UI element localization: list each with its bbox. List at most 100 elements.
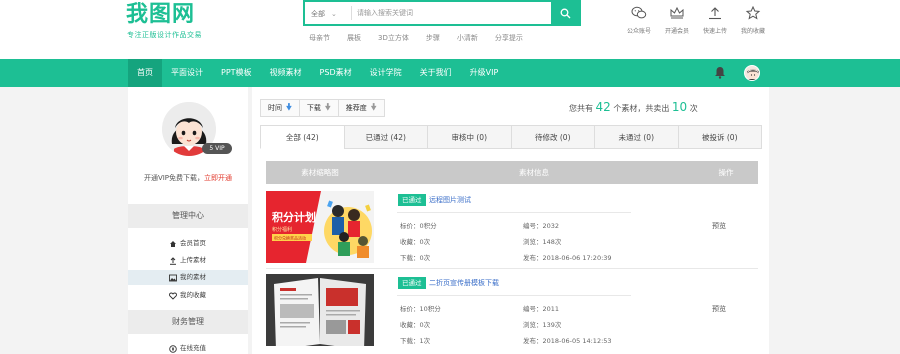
arrow-down-icon: 🠟: [286, 103, 292, 113]
sidebar-item-label: 上传素材: [180, 256, 206, 264]
quick-upload-label: 快速上传: [702, 28, 727, 35]
hot-tag[interactable]: 小清新: [457, 33, 478, 43]
wechat-icon: [631, 6, 647, 19]
material-price: 标价：10积分: [400, 305, 441, 313]
nav-item-ppt[interactable]: PPT模板: [212, 59, 261, 87]
open-vip-label: 开通会员: [664, 28, 689, 35]
open-vip-link[interactable]: 立即开通: [204, 174, 232, 182]
tab-complained[interactable]: 被投诉 (0): [677, 125, 762, 149]
top-header: 我图网 专注正版设计作品交易 全部 ⌄ 母亲节 展板 3D立方体 步骤 小清新 分…: [0, 0, 900, 59]
status-badge: 已通过: [398, 277, 426, 289]
notification-bell-icon[interactable]: [714, 66, 726, 81]
sort-by-downloads-button[interactable]: 下载 🠟: [298, 99, 339, 117]
quick-upload-button[interactable]: 快速上传: [696, 6, 734, 35]
divider: [397, 295, 631, 296]
thumb-banner: 积分兑换奖品活动: [274, 235, 306, 241]
nav-item-graphic-design[interactable]: 平面设计: [162, 59, 212, 87]
hot-tag[interactable]: 3D立方体: [378, 33, 409, 43]
search-category-value: 全部: [311, 10, 325, 18]
divider: [397, 212, 631, 213]
table-header: 素材缩略图 素材信息 操作: [266, 161, 758, 184]
vip-level-badge: 5 VIP: [202, 143, 232, 154]
material-views: 浏览：139次: [523, 321, 562, 329]
material-thumbnail[interactable]: [266, 274, 374, 346]
material-favorites: 收藏：0次: [400, 238, 431, 246]
material-price: 标价：0积分: [400, 222, 437, 230]
upload-icon: [168, 256, 177, 265]
main-nav: 首页 平面设计 PPT模板 视频素材 PSD素材 设计学院 关于我们 升级VIP: [0, 59, 900, 87]
coin-icon: [168, 344, 177, 353]
arrow-down-icon: 🠟: [324, 103, 331, 113]
hot-tag[interactable]: 展板: [347, 33, 361, 43]
column-header: 素材信息: [519, 168, 549, 177]
material-title-link[interactable]: 远程图片测试: [429, 195, 471, 205]
tab-rejected[interactable]: 未通过 (0): [594, 125, 678, 149]
tab-reviewing[interactable]: 审核中 (0): [427, 125, 511, 149]
sidebar-item-recharge[interactable]: 在线充值: [128, 341, 248, 354]
search-box: 全部 ⌄: [303, 0, 581, 26]
material-downloads: 下载：1次: [400, 337, 431, 345]
open-vip-button[interactable]: 开通会员: [658, 6, 696, 35]
tab-approved[interactable]: 已通过 (42): [343, 125, 427, 149]
my-favorites-button[interactable]: 我的收藏: [734, 6, 772, 35]
nav-item-upgrade-vip[interactable]: 升级VIP: [461, 59, 508, 87]
official-account-button[interactable]: 公众账号: [620, 6, 658, 35]
official-account-label: 公众账号: [626, 28, 651, 35]
stats-mid: 个素材，共卖出: [613, 104, 670, 113]
sidebar-item-label: 我的收藏: [180, 291, 206, 299]
sidebar-item-favorites[interactable]: 我的收藏: [128, 288, 248, 303]
material-id: 编号：2032: [523, 222, 560, 230]
search-category-select[interactable]: 全部 ⌄: [311, 9, 337, 19]
material-title-link[interactable]: 二折页宣传册模板下载: [429, 278, 499, 288]
hot-tag[interactable]: 母亲节: [309, 33, 330, 43]
nav-avatar[interactable]: [744, 65, 760, 81]
nav-item-about[interactable]: 关于我们: [411, 59, 461, 87]
member-sidebar: 5 VIP 开通VIP免费下载，立即开通 管理中心 会员首页 上传素材 我的素材…: [128, 87, 248, 354]
image-icon: [168, 273, 177, 282]
material-stats: 您共有 42 个素材，共卖出 10 次: [569, 100, 698, 114]
search-button[interactable]: [551, 2, 579, 24]
row-divider: [266, 268, 758, 269]
preview-button[interactable]: 预览: [712, 221, 726, 231]
my-favorites-label: 我的收藏: [740, 28, 765, 35]
hot-tag[interactable]: 步骤: [426, 33, 440, 43]
sort-label: 时间: [268, 104, 282, 112]
nav-item-home[interactable]: 首页: [128, 59, 162, 87]
material-id: 编号：2011: [523, 305, 560, 313]
hot-tag[interactable]: 分享提示: [495, 33, 523, 43]
material-downloads: 下载：0次: [400, 254, 431, 262]
star-icon: [745, 6, 761, 20]
sidebar-item-upload[interactable]: 上传素材: [128, 253, 248, 268]
table-row: 已通过 二折页宣传册模板下载 标价：10积分 编号：2011 收藏：0次 浏览：…: [266, 274, 758, 352]
nav-item-academy[interactable]: 设计学院: [361, 59, 411, 87]
sort-by-recommend-button[interactable]: 推荐度 🠟: [337, 99, 385, 117]
stats-prefix: 您共有: [569, 104, 593, 113]
nav-item-psd[interactable]: PSD素材: [311, 59, 361, 87]
search-divider: [351, 6, 352, 20]
tab-all[interactable]: 全部 (42): [260, 125, 344, 149]
status-tabs: 全部 (42) 已通过 (42) 审核中 (0) 待修改 (0) 未通过 (0)…: [260, 125, 762, 149]
sort-buttons: 时间 🠟 下载 🠟 推荐度 🠟: [260, 99, 385, 117]
stats-suffix: 次: [689, 104, 698, 113]
sidebar-item-label: 会员首页: [180, 239, 206, 247]
column-header: 操作: [718, 168, 734, 177]
table-row: 积分计划 积分福利 积分兑换奖品活动 已通过 远程图片测试 标价：0积分 编号：…: [266, 191, 758, 269]
hot-search-tags: 母亲节 展板 3D立方体 步骤 小清新 分享提示: [309, 33, 540, 43]
sidebar-section-finance: 财务管理: [128, 310, 248, 334]
sort-by-time-button[interactable]: 时间 🠟: [260, 99, 300, 117]
sidebar-item-my-materials[interactable]: 我的素材: [128, 270, 248, 285]
tab-pending-edit[interactable]: 待修改 (0): [510, 125, 594, 149]
heart-icon: [168, 291, 177, 300]
site-logo[interactable]: 我图网: [126, 2, 210, 26]
column-header: 素材缩略图: [301, 168, 339, 177]
preview-button[interactable]: 预览: [712, 304, 726, 314]
sidebar-item-member-home[interactable]: 会员首页: [128, 236, 248, 251]
material-thumbnail[interactable]: 积分计划 积分福利 积分兑换奖品活动: [266, 191, 374, 263]
upload-icon: [709, 7, 721, 20]
vip-tip-text: 开通VIP免费下载，: [143, 174, 205, 182]
nav-item-video[interactable]: 视频素材: [261, 59, 311, 87]
search-input[interactable]: [357, 6, 547, 20]
material-favorites: 收藏：0次: [400, 321, 431, 329]
thumb-title: 积分计划: [272, 210, 316, 224]
chevron-down-icon: ⌄: [331, 10, 337, 18]
